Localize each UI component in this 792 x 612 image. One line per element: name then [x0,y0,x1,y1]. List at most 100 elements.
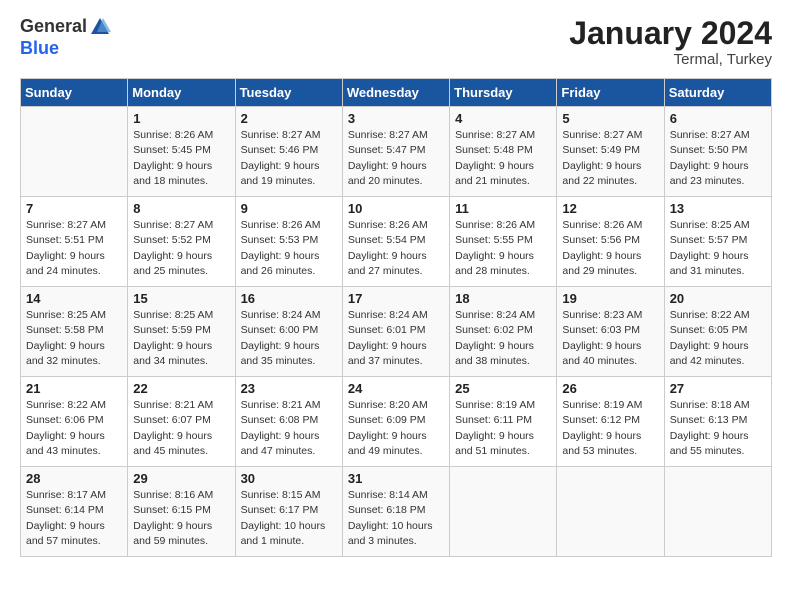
day-number: 5 [562,111,658,126]
day-info: Sunrise: 8:21 AM Sunset: 6:08 PM Dayligh… [241,398,337,459]
calendar-cell: 8Sunrise: 8:27 AM Sunset: 5:52 PM Daylig… [128,197,235,287]
day-info: Sunrise: 8:15 AM Sunset: 6:17 PM Dayligh… [241,488,337,549]
calendar-cell: 25 Sunrise: 8:19 AM Sunset: 6:11 PM Dayli… [450,377,557,467]
col-header-wednesday: Wednesday [342,79,449,107]
day-number: 4 [455,111,551,126]
day-number: 13 [670,201,766,216]
calendar-cell: 12 Sunrise: 8:26 AM Sunset: 5:56 PM Dayli… [557,197,664,287]
day-info: Sunrise: 8:27 AM Sunset: 5:46 PM Dayligh… [241,128,337,189]
week-row-3: 21 Sunrise: 8:22 AM Sunset: 6:06 PM Dayli… [21,377,772,467]
day-info: Sunrise: 8:22 AM Sunset: 6:06 PM Dayligh… [26,398,122,459]
calendar-cell: 4 Sunrise: 8:27 AM Sunset: 5:48 PM Daylig… [450,107,557,197]
calendar-cell: 20Sunrise: 8:22 AM Sunset: 6:05 PM Dayli… [664,287,771,377]
col-header-monday: Monday [128,79,235,107]
day-info: Sunrise: 8:17 AM Sunset: 6:14 PM Dayligh… [26,488,122,549]
calendar-cell: 6 Sunrise: 8:27 AM Sunset: 5:50 PM Daylig… [664,107,771,197]
day-info: Sunrise: 8:24 AM Sunset: 6:00 PM Dayligh… [241,308,337,369]
day-info: Sunrise: 8:25 AM Sunset: 5:57 PM Dayligh… [670,218,766,279]
calendar-cell: 14 Sunrise: 8:25 AM Sunset: 5:58 PM Dayli… [21,287,128,377]
day-info: Sunrise: 8:18 AM Sunset: 6:13 PM Dayligh… [670,398,766,459]
col-header-friday: Friday [557,79,664,107]
logo: General Blue [20,16,111,60]
calendar-table: SundayMondayTuesdayWednesdayThursdayFrid… [20,78,772,557]
calendar-cell: 17Sunrise: 8:24 AM Sunset: 6:01 PM Dayli… [342,287,449,377]
week-row-0: 1 Sunrise: 8:26 AM Sunset: 5:45 PM Daylig… [21,107,772,197]
day-number: 14 [26,291,122,306]
day-number: 24 [348,381,444,396]
day-info: Sunrise: 8:27 AM Sunset: 5:52 PM Dayligh… [133,218,229,279]
calendar-cell: 23 Sunrise: 8:21 AM Sunset: 6:08 PM Dayli… [235,377,342,467]
day-info: Sunrise: 8:14 AM Sunset: 6:18 PM Dayligh… [348,488,444,549]
day-info: Sunrise: 8:23 AM Sunset: 6:03 PM Dayligh… [562,308,658,369]
day-number: 17 [348,291,444,306]
day-info: Sunrise: 8:19 AM Sunset: 6:11 PM Dayligh… [455,398,551,459]
calendar-cell: 16 Sunrise: 8:24 AM Sunset: 6:00 PM Dayli… [235,287,342,377]
col-header-saturday: Saturday [664,79,771,107]
day-info: Sunrise: 8:27 AM Sunset: 5:47 PM Dayligh… [348,128,444,189]
calendar-cell: 2 Sunrise: 8:27 AM Sunset: 5:46 PM Daylig… [235,107,342,197]
day-number: 26 [562,381,658,396]
calendar-cell: 28 Sunrise: 8:17 AM Sunset: 6:14 PM Dayli… [21,467,128,557]
week-row-1: 7Sunrise: 8:27 AM Sunset: 5:51 PM Daylig… [21,197,772,287]
calendar-cell: 22 Sunrise: 8:21 AM Sunset: 6:07 PM Dayli… [128,377,235,467]
day-number: 2 [241,111,337,126]
day-number: 21 [26,381,122,396]
day-info: Sunrise: 8:26 AM Sunset: 5:55 PM Dayligh… [455,218,551,279]
col-header-sunday: Sunday [21,79,128,107]
day-info: Sunrise: 8:26 AM Sunset: 5:53 PM Dayligh… [241,218,337,279]
day-number: 18 [455,291,551,306]
col-header-tuesday: Tuesday [235,79,342,107]
day-number: 25 [455,381,551,396]
calendar-cell: 29 Sunrise: 8:16 AM Sunset: 6:15 PM Dayli… [128,467,235,557]
day-number: 31 [348,471,444,486]
calendar-cell [557,467,664,557]
day-info: Sunrise: 8:16 AM Sunset: 6:15 PM Dayligh… [133,488,229,549]
calendar-cell: 19Sunrise: 8:23 AM Sunset: 6:03 PM Dayli… [557,287,664,377]
day-number: 28 [26,471,122,486]
calendar-cell: 31 Sunrise: 8:14 AM Sunset: 6:18 PM Dayli… [342,467,449,557]
day-number: 12 [562,201,658,216]
month-title: January 2024 [569,16,772,51]
calendar-cell: 27 Sunrise: 8:18 AM Sunset: 6:13 PM Dayli… [664,377,771,467]
calendar-cell: 26Sunrise: 8:19 AM Sunset: 6:12 PM Dayli… [557,377,664,467]
day-number: 6 [670,111,766,126]
day-number: 20 [670,291,766,306]
day-info: Sunrise: 8:27 AM Sunset: 5:49 PM Dayligh… [562,128,658,189]
day-info: Sunrise: 8:27 AM Sunset: 5:51 PM Dayligh… [26,218,122,279]
calendar-cell: 24Sunrise: 8:20 AM Sunset: 6:09 PM Dayli… [342,377,449,467]
day-info: Sunrise: 8:27 AM Sunset: 5:48 PM Dayligh… [455,128,551,189]
calendar-cell: 9Sunrise: 8:26 AM Sunset: 5:53 PM Daylig… [235,197,342,287]
day-number: 11 [455,201,551,216]
calendar-cell: 5 Sunrise: 8:27 AM Sunset: 5:49 PM Daylig… [557,107,664,197]
page-container: General Blue January 2024 Termal, Turkey… [0,0,792,573]
calendar-cell: 7Sunrise: 8:27 AM Sunset: 5:51 PM Daylig… [21,197,128,287]
calendar-cell: 30Sunrise: 8:15 AM Sunset: 6:17 PM Dayli… [235,467,342,557]
calendar-cell: 21 Sunrise: 8:22 AM Sunset: 6:06 PM Dayli… [21,377,128,467]
day-info: Sunrise: 8:26 AM Sunset: 5:56 PM Dayligh… [562,218,658,279]
week-row-4: 28 Sunrise: 8:17 AM Sunset: 6:14 PM Dayli… [21,467,772,557]
col-header-thursday: Thursday [450,79,557,107]
day-number: 22 [133,381,229,396]
week-row-2: 14 Sunrise: 8:25 AM Sunset: 5:58 PM Dayli… [21,287,772,377]
day-number: 3 [348,111,444,126]
day-number: 15 [133,291,229,306]
calendar-cell: 1 Sunrise: 8:26 AM Sunset: 5:45 PM Daylig… [128,107,235,197]
calendar-cell: 11 Sunrise: 8:26 AM Sunset: 5:55 PM Dayli… [450,197,557,287]
logo-general-text: General [20,16,87,38]
day-info: Sunrise: 8:25 AM Sunset: 5:58 PM Dayligh… [26,308,122,369]
day-info: Sunrise: 8:24 AM Sunset: 6:02 PM Dayligh… [455,308,551,369]
calendar-cell: 18 Sunrise: 8:24 AM Sunset: 6:02 PM Dayli… [450,287,557,377]
logo-icon [89,16,111,38]
day-number: 27 [670,381,766,396]
day-info: Sunrise: 8:21 AM Sunset: 6:07 PM Dayligh… [133,398,229,459]
day-number: 16 [241,291,337,306]
day-number: 23 [241,381,337,396]
day-number: 1 [133,111,229,126]
title-block: January 2024 Termal, Turkey [569,16,772,68]
day-info: Sunrise: 8:26 AM Sunset: 5:45 PM Dayligh… [133,128,229,189]
day-number: 29 [133,471,229,486]
calendar-cell [21,107,128,197]
day-info: Sunrise: 8:27 AM Sunset: 5:50 PM Dayligh… [670,128,766,189]
calendar-cell: 3 Sunrise: 8:27 AM Sunset: 5:47 PM Daylig… [342,107,449,197]
calendar-cell [664,467,771,557]
